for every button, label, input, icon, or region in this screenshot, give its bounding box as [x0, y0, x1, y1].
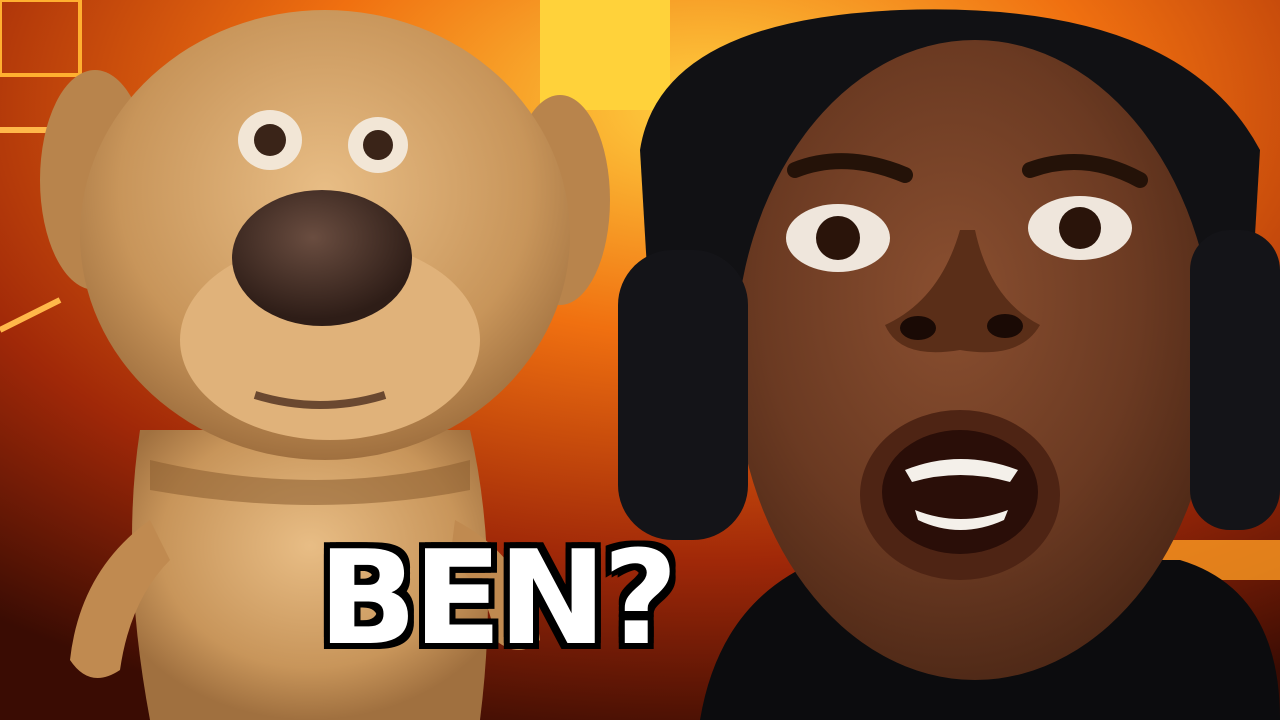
person-pupil-left — [816, 216, 860, 260]
thumbnail-scene: BEN? — [0, 0, 1280, 720]
person-nostril-right — [987, 314, 1023, 338]
headphone-cup-right — [1190, 230, 1280, 530]
person-face — [735, 40, 1215, 680]
dog-nose — [232, 190, 412, 326]
person-mouth — [882, 430, 1038, 554]
dog-pupil-right — [363, 130, 393, 160]
dog-pupil-left — [254, 124, 286, 156]
thumbnail-caption: BEN? — [318, 522, 678, 674]
background-light-panel — [540, 0, 670, 110]
person-pupil-right — [1059, 207, 1101, 249]
headphone-cup-left — [618, 250, 748, 540]
person-nostril-left — [900, 316, 936, 340]
